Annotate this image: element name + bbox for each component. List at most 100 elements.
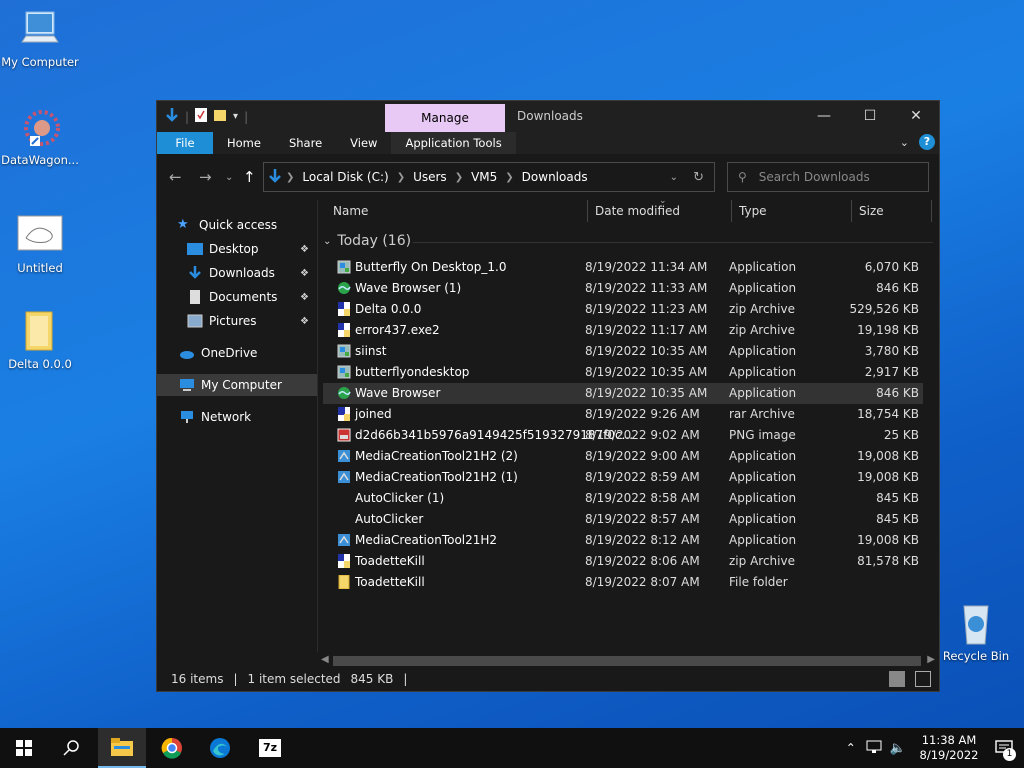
file-row[interactable]: error437.exe2 8/19/2022 11:17 AM zip Archi… bbox=[323, 320, 923, 341]
search-input[interactable]: ⚲ Search Downloads bbox=[727, 162, 929, 192]
pin-icon[interactable]: ❖ bbox=[300, 244, 309, 255]
tab-home[interactable]: Home bbox=[213, 132, 275, 154]
column-name[interactable]: Name bbox=[333, 204, 368, 218]
file-type: Application bbox=[729, 491, 797, 505]
expand-ribbon-icon[interactable]: ⌄ bbox=[900, 136, 909, 149]
minimize-button[interactable]: — bbox=[801, 101, 847, 132]
taskbar-file-explorer[interactable] bbox=[98, 728, 146, 768]
down-arrow-icon[interactable] bbox=[165, 107, 179, 126]
clock[interactable]: 11:38 AM 8/19/2022 bbox=[914, 733, 984, 763]
desktop-folder-icon bbox=[187, 242, 203, 256]
properties-icon[interactable] bbox=[195, 108, 208, 125]
column-date-modified[interactable]: Date modified bbox=[595, 204, 680, 218]
address-dropdown-icon[interactable]: ⌄ bbox=[670, 172, 678, 183]
file-row[interactable]: siinst 8/19/2022 10:35 AM Application 3,780… bbox=[323, 341, 923, 362]
file-date: 8/19/2022 11:34 AM bbox=[585, 260, 708, 274]
taskbar-chrome[interactable] bbox=[148, 728, 196, 768]
blank-icon bbox=[337, 512, 351, 526]
file-row[interactable]: MediaCreationTool21H2 (1) 8/19/2022 8:59 … bbox=[323, 467, 923, 488]
column-type[interactable]: Type bbox=[739, 204, 767, 218]
desktop-icon-label: My Computer bbox=[1, 55, 79, 69]
start-button[interactable] bbox=[0, 728, 48, 768]
file-row[interactable]: AutoClicker (1) 8/19/2022 8:58 AM Applicat… bbox=[323, 488, 923, 509]
file-row[interactable]: Butterfly On Desktop_1.0 8/19/2022 11:34 … bbox=[323, 257, 923, 278]
file-type: Application bbox=[729, 449, 797, 463]
horizontal-scrollbar[interactable]: ◀ ▶ bbox=[317, 652, 939, 668]
file-row[interactable]: ToadetteKill 8/19/2022 8:06 AM zip Archive… bbox=[323, 551, 923, 572]
file-row[interactable]: Delta 0.0.0 8/19/2022 11:23 AM zip Archive… bbox=[323, 299, 923, 320]
tab-share[interactable]: Share bbox=[275, 132, 336, 154]
file-row[interactable]: joined 8/19/2022 9:26 AM rar Archive 18,754… bbox=[323, 404, 923, 425]
nav-onedrive[interactable]: OneDrive bbox=[179, 342, 317, 364]
nav-pictures[interactable]: Pictures ❖ bbox=[187, 310, 317, 332]
network-status-icon[interactable] bbox=[866, 740, 882, 757]
recent-chevron-icon[interactable]: ⌄ bbox=[225, 172, 233, 183]
taskbar-edge[interactable] bbox=[196, 728, 244, 768]
nav-documents[interactable]: Documents ❖ bbox=[187, 286, 317, 308]
scrollbar-thumb[interactable] bbox=[333, 656, 921, 666]
file-date: 8/19/2022 9:02 AM bbox=[585, 428, 700, 442]
forward-arrow-icon[interactable]: → bbox=[199, 168, 212, 186]
tab-manage[interactable]: Manage bbox=[385, 104, 505, 132]
up-arrow-icon[interactable]: ↑ bbox=[243, 168, 256, 186]
file-row[interactable]: MediaCreationTool21H2 8/19/2022 8:12 AM Ap… bbox=[323, 530, 923, 551]
file-row[interactable]: MediaCreationTool21H2 (2) 8/19/2022 9:00 … bbox=[323, 446, 923, 467]
title-bar[interactable]: | ▾ | Manage Downloads — ☐ ✕ bbox=[157, 101, 939, 132]
sort-chevron-icon: ⌄ bbox=[659, 196, 667, 206]
pin-icon[interactable]: ❖ bbox=[300, 292, 309, 303]
tab-file[interactable]: File bbox=[157, 132, 213, 154]
file-row[interactable]: d2d66b341b5976a9149425f5193279187f0c... 8… bbox=[323, 425, 923, 446]
breadcrumb-downloads[interactable]: Downloads bbox=[522, 170, 588, 184]
file-date: 8/19/2022 11:33 AM bbox=[585, 281, 708, 295]
breadcrumb-users[interactable]: Users bbox=[413, 170, 447, 184]
address-bar[interactable]: ❯ Local Disk (C:) ❯ Users ❯ VM5 ❯ Downlo… bbox=[263, 162, 715, 192]
file-row[interactable]: AutoClicker 8/19/2022 8:57 AM Application 8… bbox=[323, 509, 923, 530]
breadcrumb-vm5[interactable]: VM5 bbox=[471, 170, 497, 184]
nav-network[interactable]: Network bbox=[179, 406, 317, 428]
desktop-icon-untitled[interactable]: Untitled bbox=[0, 214, 80, 275]
desktop-icon-datawagon[interactable]: DataWagon... bbox=[0, 106, 80, 167]
back-arrow-icon[interactable]: ← bbox=[169, 168, 182, 186]
volume-icon[interactable]: 🔈 bbox=[890, 741, 906, 756]
file-type: Application bbox=[729, 470, 797, 484]
details-view-icon[interactable] bbox=[889, 671, 905, 687]
desktop-icon-recycle-bin[interactable]: Recycle Bin bbox=[936, 602, 1016, 663]
action-center-button[interactable]: 1 bbox=[984, 728, 1024, 768]
new-folder-icon[interactable] bbox=[213, 108, 227, 125]
file-type: Application bbox=[729, 512, 797, 526]
show-hidden-icons-icon[interactable]: ⌃ bbox=[846, 741, 856, 755]
pin-icon[interactable]: ❖ bbox=[300, 316, 309, 327]
taskbar-7zip[interactable]: 7z bbox=[246, 728, 294, 768]
file-row[interactable]: butterflyondesktop 8/19/2022 10:35 AM Appl… bbox=[323, 362, 923, 383]
nav-desktop[interactable]: Desktop ❖ bbox=[187, 238, 317, 260]
close-button[interactable]: ✕ bbox=[893, 101, 939, 132]
pin-icon[interactable]: ❖ bbox=[300, 268, 309, 279]
maximize-button[interactable]: ☐ bbox=[847, 101, 893, 132]
file-row[interactable]: ToadetteKill 8/19/2022 8:07 AM File folder bbox=[323, 572, 923, 593]
nav-downloads[interactable]: Downloads ❖ bbox=[187, 262, 317, 284]
file-explorer-window[interactable]: | ▾ | Manage Downloads — ☐ ✕ File Home S… bbox=[156, 100, 940, 692]
nav-label: Quick access bbox=[199, 218, 278, 232]
desktop-icon-delta[interactable]: Delta 0.0.0 bbox=[0, 310, 80, 371]
customize-dropdown-icon[interactable]: ▾ bbox=[233, 111, 238, 122]
datawagon-shortcut-icon bbox=[16, 106, 64, 150]
tab-application-tools[interactable]: Application Tools bbox=[391, 132, 516, 154]
scroll-left-icon[interactable]: ◀ bbox=[321, 654, 329, 665]
file-row[interactable]: Wave Browser 8/19/2022 10:35 AM Applicatio… bbox=[323, 383, 923, 404]
file-size: 19,008 KB bbox=[857, 470, 919, 484]
tab-view[interactable]: View bbox=[336, 132, 391, 154]
refresh-icon[interactable]: ↻ bbox=[693, 170, 704, 185]
nav-my-computer[interactable]: My Computer bbox=[157, 374, 317, 396]
scroll-right-icon[interactable]: ▶ bbox=[927, 654, 935, 665]
file-row[interactable]: Wave Browser (1) 8/19/2022 11:33 AM Applic… bbox=[323, 278, 923, 299]
group-header-today[interactable]: ⌄ Today (16) bbox=[323, 233, 411, 249]
breadcrumb-local-disk[interactable]: Local Disk (C:) bbox=[302, 170, 388, 184]
column-size[interactable]: Size bbox=[859, 204, 884, 218]
nav-label: Network bbox=[201, 410, 252, 424]
nav-quick-access[interactable]: ★ Quick access bbox=[177, 214, 337, 236]
desktop-icon-my-computer[interactable]: My Computer bbox=[0, 8, 80, 69]
large-icons-view-icon[interactable] bbox=[915, 671, 931, 687]
pane-splitter[interactable] bbox=[317, 200, 318, 658]
help-icon[interactable]: ? bbox=[919, 134, 935, 150]
search-button[interactable] bbox=[48, 728, 96, 768]
